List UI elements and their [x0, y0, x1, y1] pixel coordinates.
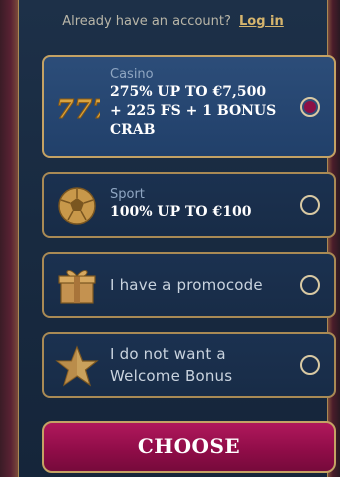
bonus-option-no-bonus[interactable]: I do not want a Welcome Bonus — [42, 332, 336, 398]
bonus-option-casino[interactable]: 777 Casino 275% UP TO €7,500 + 225 FS + … — [42, 55, 336, 158]
sport-offer-line-1: 100% UP TO €100 — [110, 204, 252, 220]
bonus-panel: Already have an account? Log in 777 Casi… — [18, 0, 336, 477]
no-bonus-label-line-2: Welcome Bonus — [110, 367, 233, 385]
login-prompt: Already have an account? Log in — [19, 14, 327, 29]
gift-box-icon — [58, 270, 96, 304]
no-bonus-radio[interactable] — [300, 355, 320, 375]
left-side-decoration — [0, 0, 18, 477]
casino-subtitle: Casino — [110, 67, 154, 82]
sport-radio[interactable] — [300, 195, 320, 215]
login-link[interactable]: Log in — [239, 14, 284, 29]
promocode-text: I have a promocode — [110, 274, 286, 296]
casino-offer-line-3: CRAB — [110, 122, 156, 138]
casino-offer-line-1: 275% UP TO €7,500 — [110, 84, 267, 100]
promocode-radio[interactable] — [300, 275, 320, 295]
star-icon — [55, 345, 99, 387]
svg-text:777: 777 — [56, 95, 100, 125]
bonus-option-sport[interactable]: Sport 100% UP TO €100 — [42, 172, 336, 238]
soccer-ball-icon — [58, 187, 96, 225]
slot-777-icon: 777 — [56, 95, 101, 126]
sport-subtitle: Sport — [110, 187, 145, 202]
sport-text: Sport 100% UP TO €100 — [110, 187, 286, 222]
login-prompt-text: Already have an account? — [62, 14, 231, 29]
no-bonus-text: I do not want a Welcome Bonus — [110, 343, 286, 387]
promocode-label: I have a promocode — [110, 276, 263, 294]
choose-button[interactable]: CHOOSE — [42, 421, 336, 473]
casino-text: Casino 275% UP TO €7,500 + 225 FS + 1 BO… — [110, 67, 286, 140]
casino-offer-line-2: + 225 FS + 1 BONUS — [110, 103, 277, 119]
no-bonus-label-line-1: I do not want a — [110, 345, 226, 363]
casino-radio[interactable] — [300, 97, 320, 117]
bonus-option-promocode[interactable]: I have a promocode — [42, 252, 336, 318]
choose-button-label: CHOOSE — [137, 434, 241, 458]
